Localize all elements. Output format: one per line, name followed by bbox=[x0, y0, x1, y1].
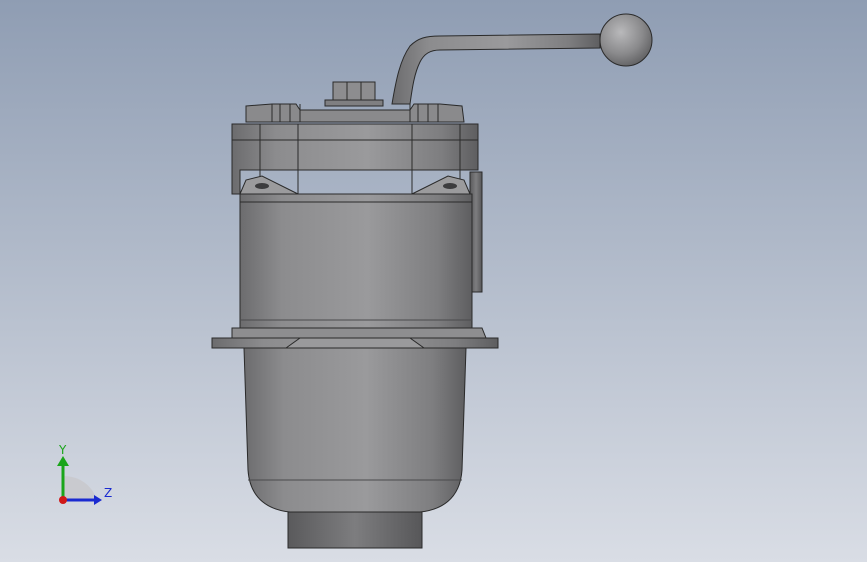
top-hex-nut bbox=[324, 81, 384, 107]
triad-origin-icon bbox=[59, 496, 67, 504]
3d-scene[interactable]: Y Z bbox=[0, 0, 867, 562]
filter-bowl bbox=[243, 347, 467, 513]
y-axis-label: Y bbox=[58, 443, 67, 457]
handle-knob[interactable] bbox=[599, 13, 653, 67]
bottom-outlet bbox=[287, 511, 423, 549]
mounting-flange bbox=[211, 327, 499, 349]
main-body bbox=[239, 193, 473, 329]
z-axis-label: Z bbox=[104, 486, 112, 500]
graphics-viewport[interactable]: Y Z bbox=[0, 0, 867, 562]
